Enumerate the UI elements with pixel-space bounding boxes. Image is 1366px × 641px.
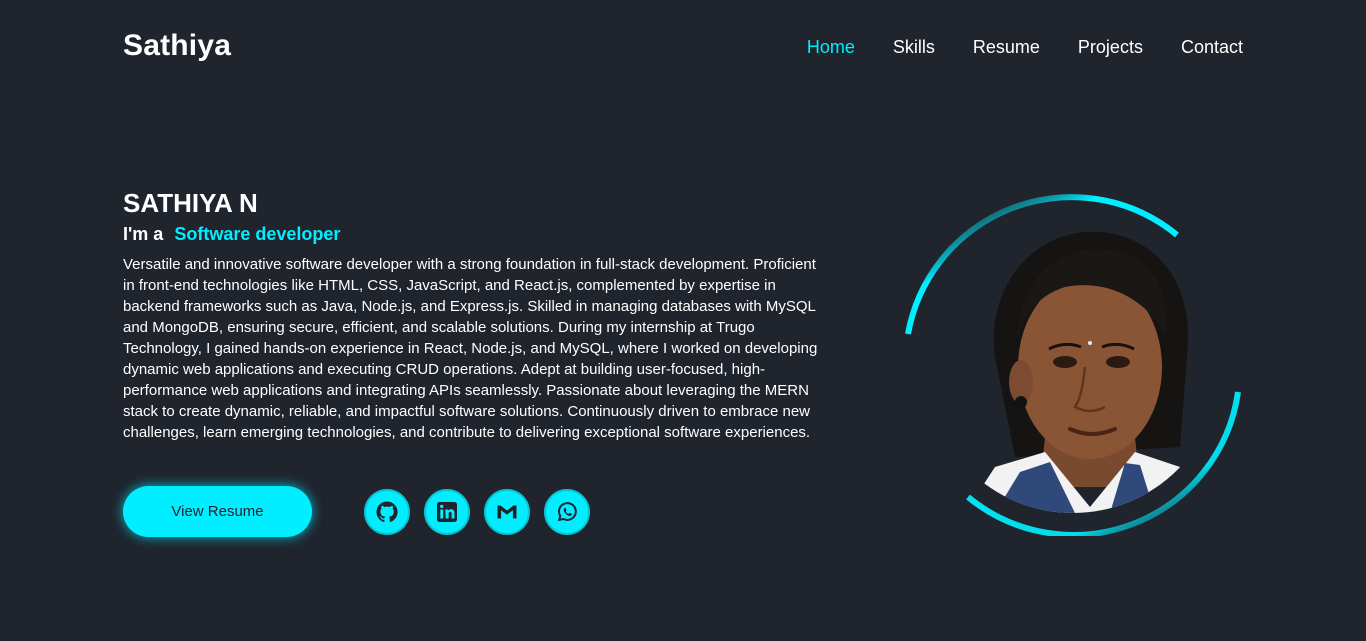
github-icon [376, 501, 398, 522]
site-header: Sathiya Home Skills Resume Projects Cont… [0, 0, 1366, 95]
nav-skills[interactable]: Skills [893, 37, 935, 58]
role-prefix: I'm a [123, 224, 164, 244]
main-nav: Home Skills Resume Projects Contact [807, 37, 1243, 58]
linkedin-link[interactable] [424, 488, 470, 535]
role-title: Software developer [174, 224, 341, 244]
linkedin-icon [437, 501, 457, 522]
github-link[interactable] [364, 488, 410, 535]
profile-photo [925, 217, 1221, 513]
social-links [364, 488, 590, 535]
role-line: I'm a Software developer [123, 223, 833, 245]
home-actions: View Resume [123, 486, 590, 537]
profile-name: SATHIYA N [123, 188, 258, 218]
whatsapp-link[interactable] [544, 488, 590, 535]
nav-projects[interactable]: Projects [1078, 37, 1143, 58]
home-section: SATHIYA N I'm a Software developer Versa… [123, 186, 833, 443]
profile-image-container [902, 194, 1244, 536]
gmail-icon [497, 505, 517, 518]
nav-contact[interactable]: Contact [1181, 37, 1243, 58]
site-logo[interactable]: Sathiya [123, 29, 231, 63]
bio-paragraph: Versatile and innovative software develo… [123, 256, 818, 441]
whatsapp-icon [557, 501, 577, 521]
nav-home[interactable]: Home [807, 37, 855, 58]
nav-resume[interactable]: Resume [973, 37, 1040, 58]
view-resume-button[interactable]: View Resume [123, 486, 312, 537]
gmail-link[interactable] [484, 488, 530, 535]
portrait-illustration [925, 217, 1221, 513]
